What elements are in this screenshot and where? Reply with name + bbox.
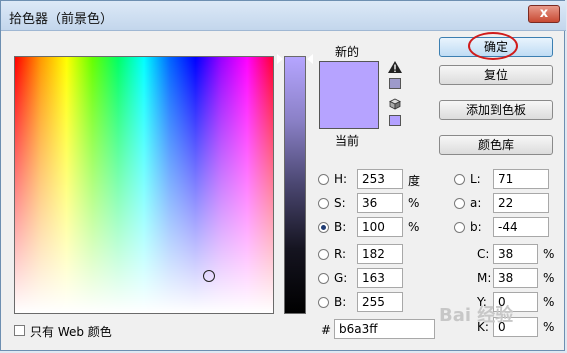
- color-field[interactable]: [14, 56, 274, 314]
- title-bar: 拾色器（前景色） x: [1, 1, 566, 31]
- c-field[interactable]: 38: [493, 244, 538, 264]
- hex-label: #: [321, 323, 332, 337]
- window-title: 拾色器（前景色）: [9, 12, 114, 27]
- slider-right-arrow-icon[interactable]: [307, 54, 313, 64]
- lab-b-field[interactable]: -44: [493, 217, 549, 237]
- web-safe-swatch[interactable]: [389, 115, 401, 126]
- warning-icon[interactable]: [388, 61, 402, 73]
- l-field[interactable]: 71: [493, 169, 549, 189]
- s-label: S:: [334, 196, 346, 210]
- lab-b-label: b:: [470, 220, 482, 234]
- web-only-checkbox[interactable]: [14, 325, 25, 336]
- g-field[interactable]: 163: [357, 268, 403, 288]
- radio-h[interactable]: [318, 174, 329, 185]
- radio-b[interactable]: [318, 222, 329, 233]
- blue-field[interactable]: 255: [357, 292, 403, 312]
- g-label: G:: [334, 271, 348, 285]
- h-label: H:: [334, 172, 348, 186]
- brightness-slider[interactable]: [284, 56, 306, 314]
- web-only-label: 只有 Web 颜色: [30, 325, 112, 339]
- s-field[interactable]: 36: [357, 193, 403, 213]
- a-field[interactable]: 22: [493, 193, 549, 213]
- s-unit: %: [408, 196, 420, 210]
- cube-icon[interactable]: [389, 98, 401, 110]
- current-color-label: 当前: [335, 134, 360, 148]
- radio-a[interactable]: [454, 198, 465, 209]
- new-color-label: 新的: [335, 45, 360, 59]
- hex-field[interactable]: b6a3ff: [334, 319, 435, 339]
- radio-s[interactable]: [318, 198, 329, 209]
- b-field[interactable]: 100: [357, 217, 403, 237]
- highlight-circle: [468, 32, 518, 60]
- r-label: R:: [334, 247, 347, 261]
- radio-l[interactable]: [454, 174, 465, 185]
- r-field[interactable]: 182: [357, 244, 403, 264]
- y-unit: %: [543, 295, 555, 309]
- m-field[interactable]: 38: [493, 268, 538, 288]
- l-label: L:: [470, 172, 481, 186]
- b-label: B:: [334, 220, 347, 234]
- color-picker-cursor[interactable]: [203, 270, 215, 282]
- watermark: Bai 经验: [439, 305, 514, 326]
- radio-g[interactable]: [318, 273, 329, 284]
- reset-button[interactable]: 复位: [439, 65, 553, 85]
- add-to-swatches-button[interactable]: 添加到色板: [439, 100, 553, 120]
- radio-lab-b[interactable]: [454, 222, 465, 233]
- close-button[interactable]: x: [528, 5, 560, 23]
- a-label: a:: [470, 196, 482, 210]
- color-libraries-button[interactable]: 颜色库: [439, 135, 553, 155]
- m-unit: %: [543, 271, 555, 285]
- radio-r[interactable]: [318, 249, 329, 260]
- h-unit: 度: [408, 174, 421, 188]
- slider-left-arrow-icon[interactable]: [277, 54, 283, 64]
- radio-blue[interactable]: [318, 297, 329, 308]
- new-current-swatch: [319, 61, 379, 129]
- gamut-warning-swatch[interactable]: [389, 78, 401, 89]
- b-unit: %: [408, 220, 420, 234]
- k-unit: %: [543, 320, 555, 334]
- m-label: M:: [477, 271, 492, 285]
- c-label: C:: [477, 247, 490, 261]
- color-picker-dialog: 拾色器（前景色） x 新的 当前 确定 复位 添加到色板 颜色库 H: 253 …: [0, 0, 566, 351]
- h-field[interactable]: 253: [357, 169, 403, 189]
- close-icon: x: [539, 6, 549, 21]
- c-unit: %: [543, 247, 555, 261]
- blue-label: B:: [334, 295, 347, 309]
